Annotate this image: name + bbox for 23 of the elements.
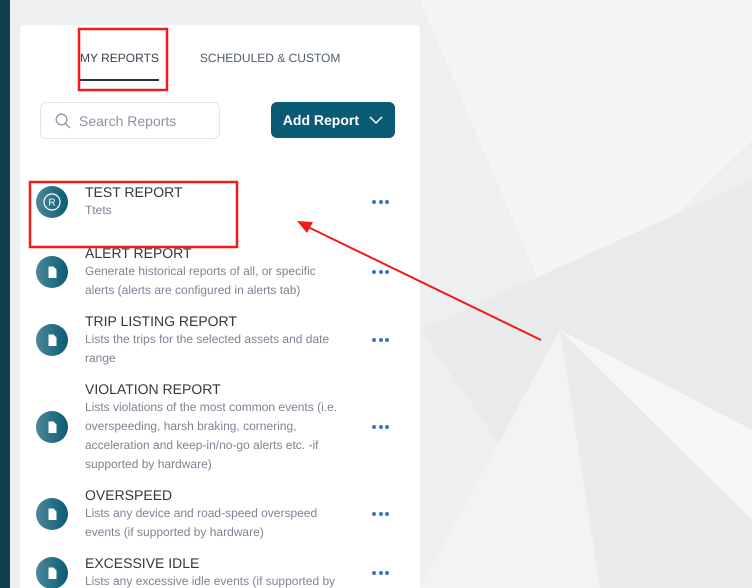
document-icon [36,324,68,356]
document-icon [36,256,68,288]
tab[interactable]: MY REPORTS [80,45,159,81]
report-title[interactable]: EXCESSIVE IDLE [85,554,347,572]
search-icon [55,113,71,129]
report-description: Ttets [85,202,113,219]
document-icon [36,411,68,443]
report-title[interactable]: ALERT REPORT [85,244,347,262]
report-description: Generate historical reports of all, or specific alerts (alerts are configured in alerts tab) [85,263,317,299]
report-title[interactable]: TEST REPORT [85,183,347,201]
add-report-button[interactable]: Add Report [270,102,395,138]
report-title[interactable]: TRIP LISTING REPORT [85,312,347,330]
report-description: Lists any excessive idle events (if supported by [85,573,336,588]
registered-icon: R [36,186,68,218]
document-icon [36,498,68,530]
report-description: Lists the trips for the selected assets and date range [85,331,330,367]
report-description: Lists any device and road-speed overspeed events (if supported by hardware) [85,505,318,541]
tab[interactable]: SCHEDULED & CUSTOM [200,45,340,81]
search-field[interactable]: Search Reports [40,102,220,139]
chevron-down-icon [369,116,383,124]
report-description: Lists violations of the most common events (i.e. overspeeding, harsh braking, cornering, acceleration and keep-in/no-go alerts etc. -if supported by hardware) [85,399,338,473]
report-title[interactable]: VIOLATION REPORT [85,380,347,398]
report-title[interactable]: OVERSPEED [85,486,347,504]
